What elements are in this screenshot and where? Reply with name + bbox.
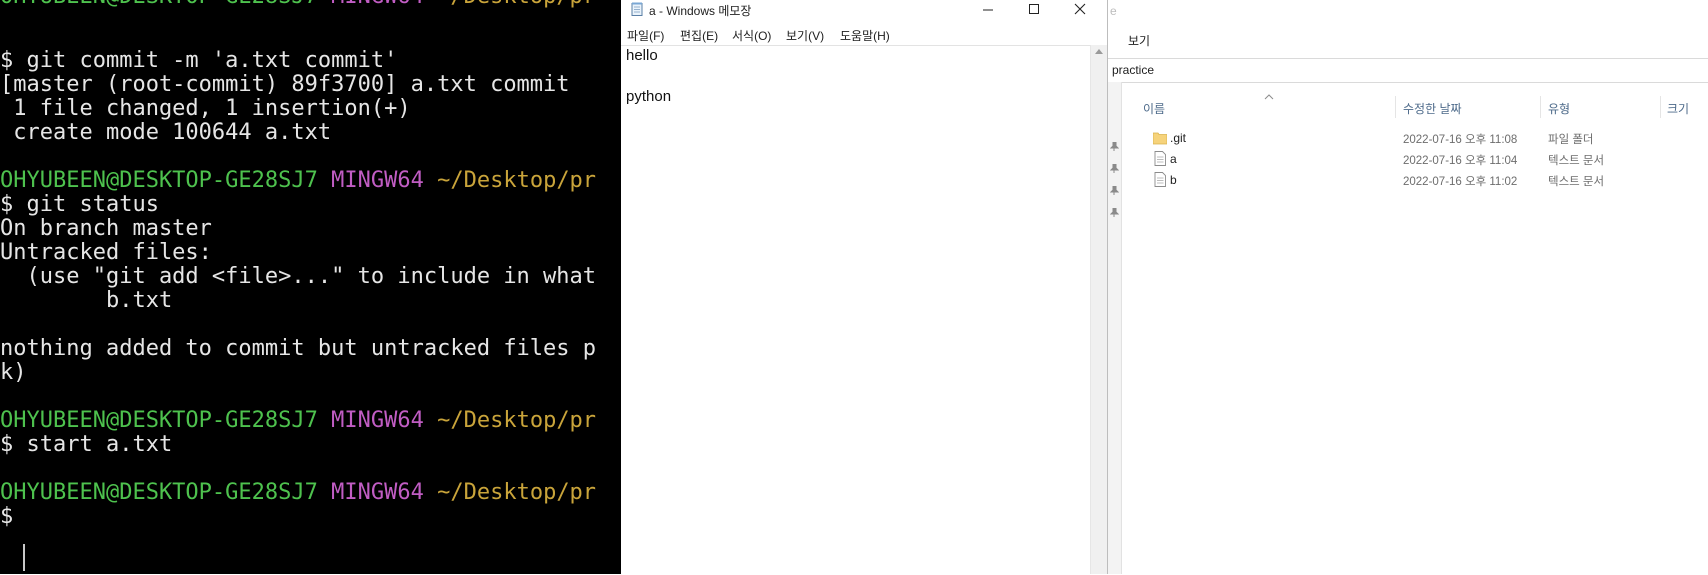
notepad-app-icon [631,2,643,16]
file-row[interactable]: a 2022-07-16 오후 11:04 텍스트 문서 [1143,149,1703,169]
command-line: $ start a.txt [0,432,173,457]
menu-bar: 파일(F) 편집(E) 서식(O) 보기(V) 도움말(H) [621,24,1107,44]
prompt-line: OHYUBEEN@DESKTOP-GE28SJ7 MINGW64 ~/Deskt… [0,408,596,434]
menu-edit[interactable]: 편집(E) [680,27,718,44]
file-explorer-window: e 보기 practice 이름 수정한 날짜 유형 크기 .git 2022-… [1108,0,1708,574]
prompt-line: OHYUBEEN@DESKTOP-GE28SJ7 MINGW64 ~/Deskt… [0,480,596,506]
file-type: 텍스트 문서 [1548,155,1605,167]
prompt-shell: MINGW64 [331,408,424,433]
column-header-size[interactable]: 크기 [1667,100,1689,117]
menu-view[interactable]: 보기(V) [786,27,824,44]
prompt-shell: MINGW64 [331,168,424,193]
prompt-user-host: OHYUBEEN@DESKTOP-GE28SJ7 [0,168,318,193]
ribbon-text-fragment: e [1110,4,1117,18]
output-line: nothing added to commit but untracked fi… [0,336,597,361]
git-bash-terminal[interactable]: OHYUBEEN@DESKTOP-GE28SJ7 MINGW64 ~/Deskt… [0,0,621,574]
command-line: $ git status [0,192,159,217]
prompt-path: ~/Desktop/pr [437,168,597,193]
input-prompt: $ [0,504,14,529]
column-divider[interactable] [1540,96,1541,118]
menu-help[interactable]: 도움말(H) [840,27,890,44]
window-title: a - Windows 메모장 [649,4,752,18]
maximize-button[interactable] [1013,0,1055,20]
file-name: a [1170,152,1177,166]
vertical-scrollbar[interactable] [1090,45,1107,574]
file-type: 파일 폴더 [1548,134,1594,146]
document-text: hello python [626,47,672,105]
output-line: [master (root-commit) 89f3700] a.txt com… [0,72,570,97]
prompt-shell: MINGW64 [331,480,424,505]
address-bar[interactable]: practice [1108,58,1708,83]
close-button[interactable] [1059,0,1101,20]
notepad-window[interactable]: a - Windows 메모장 파일(F) 편집(E) 서식(O) 보기(V) … [621,0,1108,574]
prompt-user-host: OHYUBEEN@DESKTOP-GE28SJ7 [0,408,318,433]
prompt-line: OHYUBEEN@DESKTOP-GE28SJ7 MINGW64 ~/Deskt… [0,0,596,10]
output-line: On branch master [0,216,212,241]
pin-icon[interactable] [1110,142,1119,151]
text-file-icon [1154,151,1166,166]
pin-icon[interactable] [1110,186,1119,195]
prompt-path: ~/Desktop/pr [437,408,597,433]
folder-icon [1153,132,1167,145]
scroll-up-arrow-icon[interactable] [1095,49,1103,54]
prompt-path: ~/Desktop/pr [437,480,597,505]
text-file-icon [1154,172,1166,187]
navigation-pane[interactable] [1108,82,1122,574]
pin-icon[interactable] [1110,208,1119,217]
column-divider[interactable] [1660,96,1661,118]
prompt-user-host: OHYUBEEN@DESKTOP-GE28SJ7 [0,0,318,9]
prompt-line: OHYUBEEN@DESKTOP-GE28SJ7 MINGW64 ~/Deskt… [0,168,596,194]
file-name: b [1170,173,1177,187]
title-bar[interactable]: a - Windows 메모장 [621,0,1107,20]
output-line: k) [0,360,27,385]
file-row[interactable]: b 2022-07-16 오후 11:02 텍스트 문서 [1143,170,1703,190]
close-icon [1074,3,1086,15]
prompt-shell: MINGW64 [331,0,424,9]
file-date: 2022-07-16 오후 11:08 [1403,134,1518,146]
ribbon-tab-view[interactable]: 보기 [1128,32,1150,49]
pin-icon[interactable] [1110,164,1119,173]
file-date: 2022-07-16 오후 11:02 [1403,176,1518,188]
menu-file[interactable]: 파일(F) [627,27,664,44]
column-header-type[interactable]: 유형 [1548,100,1570,117]
prompt-user-host: OHYUBEEN@DESKTOP-GE28SJ7 [0,480,318,505]
output-line: create mode 100644 a.txt [0,120,332,145]
address-path: practice [1112,63,1155,77]
file-date: 2022-07-16 오후 11:04 [1403,155,1518,167]
column-header-date[interactable]: 수정한 날짜 [1403,100,1462,117]
menu-format[interactable]: 서식(O) [732,27,771,44]
file-name: .git [1170,131,1187,145]
output-line: (use "git add <file>..." to include in w… [0,264,597,289]
output-line: 1 file changed, 1 insertion(+) [0,96,411,121]
maximize-icon [1029,4,1039,14]
sort-ascending-icon [1264,94,1274,100]
prompt-path: ~/Desktop/pr [437,0,596,9]
minimize-icon [983,9,993,11]
file-type: 텍스트 문서 [1548,176,1605,188]
file-row[interactable]: .git 2022-07-16 오후 11:08 파일 폴더 [1143,128,1703,148]
untracked-file-line: b.txt [0,288,173,313]
column-divider[interactable] [1395,96,1396,118]
text-editor-area[interactable]: hello python [621,45,1090,575]
command-line: $ git commit -m 'a.txt commit' [0,48,398,73]
column-header-name[interactable]: 이름 [1143,100,1165,117]
output-line: Untracked files: [0,240,212,265]
text-cursor [23,544,25,571]
minimize-button[interactable] [967,0,1009,20]
